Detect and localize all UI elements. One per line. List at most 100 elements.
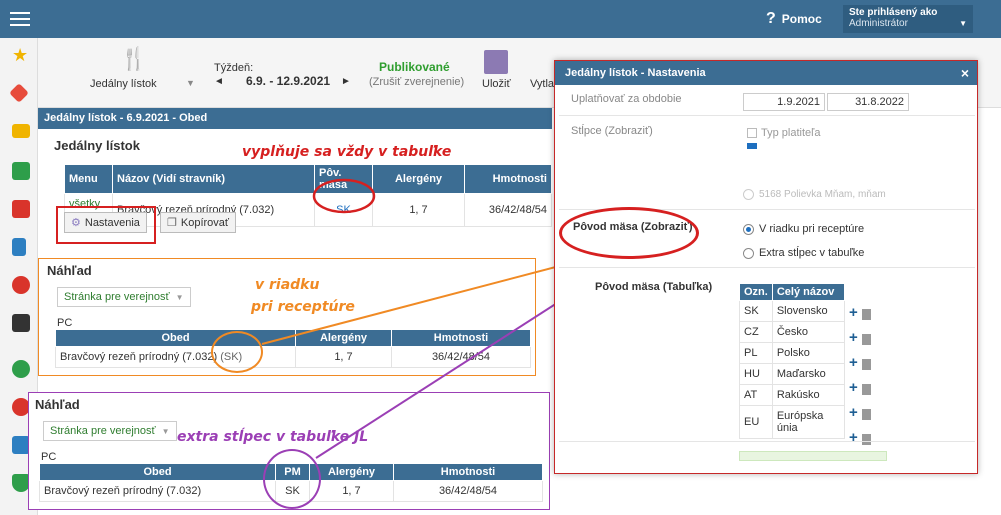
meat-origin[interactable]: SK xyxy=(314,193,373,227)
table-header-row: Ozn. Celý názov xyxy=(739,283,846,301)
close-icon[interactable]: × xyxy=(961,65,969,81)
hidden-row-text: 5168 Polievka Mňam, mňam xyxy=(759,189,886,201)
column-header: Menu xyxy=(64,164,113,194)
origin-code: AT xyxy=(739,384,773,406)
audience-select[interactable]: Stránka pre verejnosť ▼ xyxy=(43,421,177,441)
save-button[interactable]: Uložiť xyxy=(482,78,511,90)
chevron-down-icon[interactable]: ▼ xyxy=(186,78,195,88)
group-label: PC xyxy=(57,317,73,329)
origin-option-inline[interactable]: V riadku pri receptúre xyxy=(743,223,864,235)
annotation-extra-column: extra stĺpec v tabuľke JL xyxy=(177,429,369,445)
table-row[interactable]: CZ Česko xyxy=(739,321,846,343)
row-actions-5: + xyxy=(849,426,871,451)
hamburger-menu-icon[interactable] xyxy=(10,9,30,29)
book-icon[interactable] xyxy=(12,238,26,256)
select-value: Stránka pre verejnosť xyxy=(64,291,170,303)
divider xyxy=(559,115,975,116)
checkbox-checked[interactable] xyxy=(747,143,757,149)
copy-button[interactable]: ❐ Kopírovať xyxy=(160,212,237,233)
period-from-input[interactable]: 1.9.2021 xyxy=(743,93,825,111)
table-row[interactable]: HU Maďarsko xyxy=(739,363,846,385)
add-icon[interactable]: + xyxy=(849,354,858,371)
chevron-down-icon: ▼ xyxy=(161,426,170,436)
origin-name: Rakúsko xyxy=(771,384,846,406)
group-label: PC xyxy=(41,451,57,463)
table-row[interactable]: PL Polsko xyxy=(739,342,846,364)
chevron-down-icon: ▼ xyxy=(959,19,967,28)
origin-label-highlight xyxy=(559,207,699,259)
origin-option-column[interactable]: Extra stĺpec v tabuľke xyxy=(743,247,864,259)
column-option[interactable]: Typ platiteľa xyxy=(747,127,820,139)
origin-code: SK xyxy=(739,300,773,322)
period-label: Uplatňovať za obdobie xyxy=(571,93,682,105)
annotation-always-table: vyplňuje sa vždy v tabuľke xyxy=(242,144,452,160)
add-icon[interactable]: + xyxy=(849,404,858,421)
column-option-label: Typ platiteľa xyxy=(761,127,821,139)
prev-week-icon[interactable]: ◄ xyxy=(214,76,224,87)
column-header: Ozn. xyxy=(739,283,773,301)
columns-label: Stĺpce (Zobraziť) xyxy=(571,125,653,137)
trash-icon[interactable] xyxy=(861,308,871,320)
column-header: Celý názov xyxy=(771,283,846,301)
allergens: 1, 7 xyxy=(372,193,465,227)
settings-modal: Jedálny lístok - Nastavenia × Uplatňovať… xyxy=(554,60,978,474)
radio-button[interactable] xyxy=(743,247,754,259)
period-to-input[interactable]: 31.8.2022 xyxy=(827,93,909,111)
radio-button-selected[interactable] xyxy=(743,223,754,235)
divider xyxy=(559,267,975,268)
select-value: Stránka pre verejnosť xyxy=(50,425,156,437)
trash-icon[interactable] xyxy=(861,333,871,345)
trash-icon[interactable] xyxy=(861,383,871,395)
magic-wand-icon[interactable] xyxy=(9,83,29,103)
preview-table: Obed Alergény Hmotnosti Bravčový rezeň p… xyxy=(55,329,531,368)
settings-button[interactable]: ⚙ Nastavenia xyxy=(64,212,147,233)
check-circle-icon[interactable] xyxy=(12,360,30,378)
origin-name: Česko xyxy=(771,321,846,343)
calendar-grid-icon[interactable] xyxy=(12,200,30,218)
trash-icon[interactable] xyxy=(861,433,871,445)
table-row[interactable]: EU Európska únia xyxy=(739,405,846,439)
column-header: Hmotnosti xyxy=(391,329,531,347)
table-row[interactable]: AT Rakúsko xyxy=(739,384,846,406)
menu-dropdown[interactable]: Jedálny lístok xyxy=(90,78,157,90)
add-icon[interactable]: + xyxy=(849,304,858,321)
home-icon[interactable] xyxy=(12,162,30,180)
row-actions-0: + xyxy=(849,301,871,326)
cutlery-icon: 🍴 xyxy=(120,46,148,71)
table-row[interactable]: SK Slovensko xyxy=(739,300,846,322)
column-header: Alergény xyxy=(309,463,394,481)
trash-icon[interactable] xyxy=(861,408,871,420)
row-actions: + + + + + + xyxy=(849,301,871,451)
save-icon[interactable] xyxy=(484,50,508,74)
origin-name: Slovensko xyxy=(771,300,846,322)
user-label: Ste prihlásený ako xyxy=(849,7,938,18)
mail-icon[interactable] xyxy=(12,124,30,138)
print-button[interactable]: Vytla xyxy=(530,78,554,90)
calendar-icon[interactable] xyxy=(12,314,30,332)
radio-button[interactable] xyxy=(743,189,754,200)
help-button[interactable]: ? Pomoc xyxy=(766,10,822,28)
question-icon: ? xyxy=(766,10,776,27)
row-actions-2: + xyxy=(849,351,871,376)
add-icon[interactable]: + xyxy=(849,429,858,446)
modal-title: Jedálny lístok - Nastavenia xyxy=(565,67,706,79)
star-icon[interactable]: ★ xyxy=(12,46,30,64)
published-status: Publikované xyxy=(379,60,450,74)
panel-header: Jedálny lístok - 6.9.2021 - Obed xyxy=(38,108,552,129)
top-bar: ? Pomoc Ste prihlásený ako Administrátor… xyxy=(0,0,1001,38)
pm-highlight-circle xyxy=(263,449,321,509)
unpublish-link[interactable]: (Zrušiť zverejnenie) xyxy=(369,76,464,88)
origin-code: CZ xyxy=(739,321,773,343)
user-icon[interactable] xyxy=(12,276,30,294)
add-icon[interactable]: + xyxy=(849,379,858,396)
checkbox[interactable] xyxy=(747,128,757,139)
copy-icon: ❐ xyxy=(167,217,177,229)
origin-option-label: V riadku pri receptúre xyxy=(759,223,865,235)
user-menu[interactable]: Ste prihlásený ako Administrátor ▼ xyxy=(843,5,973,33)
section-title: Jedálny lístok xyxy=(54,138,140,153)
trash-icon[interactable] xyxy=(861,358,871,370)
audience-select[interactable]: Stránka pre verejnosť ▼ xyxy=(57,287,191,307)
next-week-icon[interactable]: ► xyxy=(341,76,351,87)
add-icon[interactable]: + xyxy=(849,329,858,346)
dish-name: Bravčový rezeň prírodný (7.032) xyxy=(39,480,276,502)
